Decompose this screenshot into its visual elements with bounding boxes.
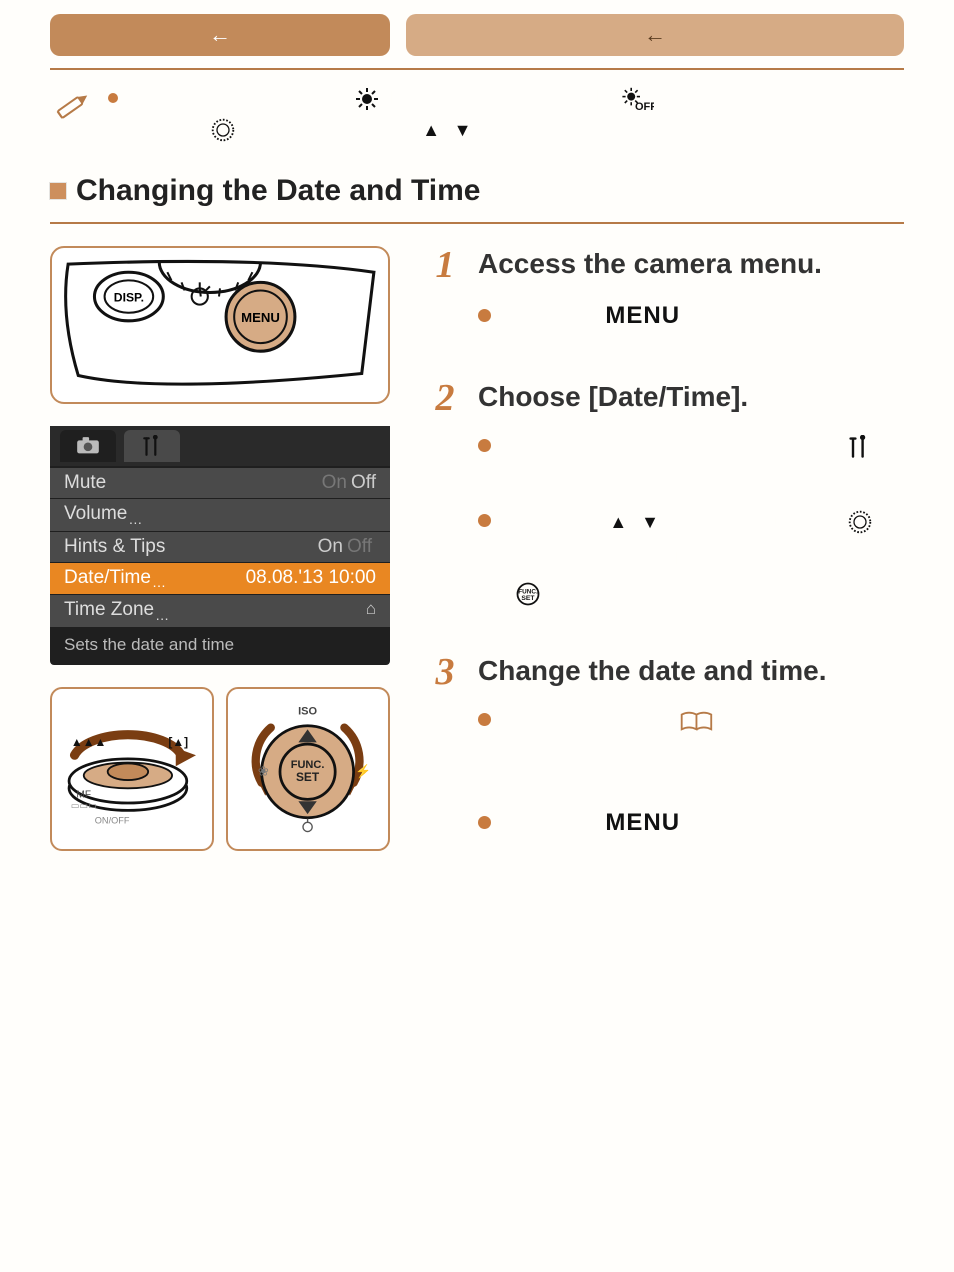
lcd-value-dim: Off	[347, 536, 372, 557]
menu-label: MENU	[605, 809, 680, 836]
lcd-label: Time Zone	[64, 599, 169, 623]
lcd-row-volume: Volume	[50, 499, 390, 531]
lcd-value-dim: On	[322, 472, 347, 493]
note-text: ),	[662, 88, 674, 110]
step-text: Move the zoom lever to choose the	[511, 435, 844, 458]
bullet-icon	[478, 514, 491, 527]
divider-top	[50, 68, 904, 70]
svg-text:❀: ❀	[258, 764, 269, 779]
svg-text:▲▲▲: ▲▲▲	[71, 735, 106, 749]
square-bullet-icon	[50, 183, 66, 199]
figure-controls-pair: ▲▲▲ [▲] ON/OFF ▭▭▭ MF ISO	[50, 687, 390, 851]
svg-text:DISP.: DISP.	[114, 291, 144, 305]
figure-camera-top: DISP. MENU	[50, 246, 390, 404]
bullet-icon	[478, 439, 491, 452]
steps-column: 1 Access the camera menu. Press the MENU…	[430, 246, 904, 921]
step-number: 3	[430, 653, 460, 691]
lcd-label: Volume	[64, 503, 142, 527]
step-title: Access the camera menu.	[478, 246, 822, 281]
arrow-left-icon: ←	[644, 22, 666, 48]
svg-text:▭▭▭: ▭▭▭	[71, 801, 97, 811]
svg-text:⚡: ⚡	[356, 764, 372, 780]
step-text: button.	[686, 305, 750, 328]
step-text: Press the	[511, 510, 606, 533]
home-icon: ⌂	[366, 599, 376, 623]
svg-text:ON/OFF: ON/OFF	[95, 815, 130, 825]
note-block: Once you have set the [ LCD Brightness] …	[50, 84, 904, 146]
gear-dial-icon	[848, 510, 872, 534]
lcd-label: Hints & Tips	[64, 536, 165, 558]
note-text: dial or pressing the	[244, 119, 419, 141]
triangle-down-icon: ▼	[641, 512, 659, 532]
brightness-icon	[355, 87, 379, 111]
top-nav: ← ←	[50, 14, 904, 56]
bullet-icon	[478, 309, 491, 322]
lcd-tab-tools	[124, 430, 180, 462]
brightness-off-icon	[620, 87, 654, 111]
gear-dial-icon	[211, 118, 235, 142]
svg-text:[▲]: [▲]	[169, 735, 189, 749]
note-text: Once you have set the [	[136, 88, 353, 110]
svg-text:MF: MF	[77, 790, 92, 801]
lcd-row-hints: Hints & Tips OnOff	[50, 532, 390, 562]
step-text: Press the	[511, 812, 606, 835]
lcd-row-timezone: Time Zone ⌂	[50, 595, 390, 627]
step-text: tab.	[478, 470, 513, 493]
lcd-tab-camera	[60, 430, 116, 462]
lcd-value: 08.08.'13 10:00	[246, 567, 376, 591]
lcd-value: On	[318, 536, 343, 557]
tools-icon	[847, 435, 871, 459]
svg-text:ISO: ISO	[299, 706, 318, 718]
step-1: 1 Access the camera menu. Press the MENU…	[430, 246, 904, 337]
figure-zoom-lever: ▲▲▲ [▲] ON/OFF ▭▭▭ MF	[50, 687, 214, 851]
triangle-up-icon: ▲	[422, 120, 440, 140]
step-title: Change the date and time.	[478, 653, 827, 688]
menu-label: MENU	[605, 302, 680, 329]
step-number: 2	[430, 379, 460, 417]
note-text: buttons will not change the setting.	[481, 119, 788, 141]
svg-text:MENU: MENU	[241, 310, 280, 325]
bullet-icon	[478, 816, 491, 829]
lcd-label: Date/Time	[64, 567, 166, 591]
bullet-icon	[478, 713, 491, 726]
step-3: 3 Change the date and time. Follow step …	[430, 653, 904, 879]
step-text: buttons or turn the	[669, 510, 845, 533]
lcd-row-mute: Mute OnOff	[50, 468, 390, 498]
section-heading: Changing the Date and Time	[50, 174, 904, 208]
lcd-hint: Sets the date and time	[50, 629, 390, 665]
section-title: Changing the Date and Time	[76, 174, 481, 208]
note-text: LCD Brightness] to [Off] (	[388, 88, 611, 110]
figures-column: DISP. MENU	[50, 246, 390, 921]
figure-control-dial: ISO FUNC. SET	[226, 687, 390, 851]
pencil-icon	[50, 84, 94, 146]
nav-prev-button[interactable]: ←	[50, 14, 390, 56]
note-text: turning the	[108, 119, 208, 141]
triangle-down-icon: ▼	[454, 120, 472, 140]
lcd-row-datetime: Date/Time 08.08.'13 10:00	[50, 563, 390, 595]
lcd-label: Mute	[64, 472, 106, 494]
page: ← ← Once you have set the [ LCD Brightne…	[0, 0, 954, 1272]
lcd-value: Off	[351, 472, 376, 493]
triangle-up-icon: ▲	[609, 512, 627, 532]
step-text: button.	[549, 582, 613, 605]
book-icon	[678, 709, 715, 733]
figure-lcd-menu: Mute OnOff Volume Hints & Tips OnOff Dat…	[50, 426, 390, 665]
arrow-left-icon: ←	[209, 22, 231, 48]
func-set-icon	[516, 582, 540, 606]
step-number: 1	[430, 246, 460, 284]
divider-mid	[50, 222, 904, 224]
step-text: Press the	[511, 305, 606, 328]
step-text: Follow step 2 in (	[511, 709, 670, 732]
nav-next-button[interactable]: ←	[406, 14, 904, 56]
bullet-icon	[108, 93, 118, 103]
step-title: Choose [Date/Time].	[478, 379, 748, 414]
svg-text:SET: SET	[296, 770, 320, 784]
step-2: 2 Choose [Date/Time]. Move the zoom leve…	[430, 379, 904, 611]
